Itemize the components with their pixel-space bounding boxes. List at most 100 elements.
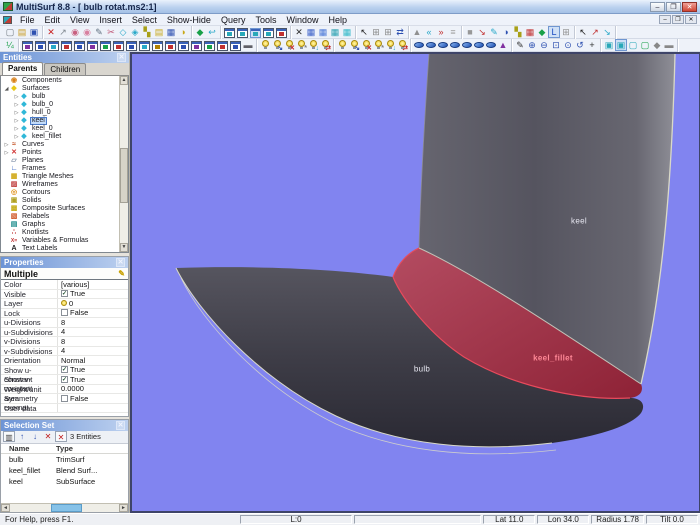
entity-toggle-4-icon[interactable]	[61, 41, 72, 51]
tree-item-bulb-0[interactable]: ▷◆bulb_0	[1, 101, 119, 109]
query-icon[interactable]: ◑	[500, 26, 512, 38]
checkbox-icon[interactable]	[61, 395, 68, 402]
move-up-icon[interactable]: ↑	[16, 431, 28, 442]
menu-item-show-hide[interactable]: Show-Hide	[162, 15, 216, 25]
checkbox-icon[interactable]: ✓	[61, 290, 68, 297]
relabel-icon[interactable]: ▚	[141, 26, 153, 38]
tree-scrollbar[interactable]: ▲ ▼	[119, 76, 128, 252]
property-value[interactable]: ✓True	[58, 375, 128, 384]
mesh-icon[interactable]: ▦	[524, 26, 536, 38]
entity-toggle-10-icon[interactable]	[139, 41, 150, 51]
pointer-icon[interactable]: ↖	[577, 26, 589, 38]
parents2-icon[interactable]: ↓	[384, 39, 396, 51]
save-file-icon[interactable]: ▣	[28, 26, 40, 38]
tab-children[interactable]: Children	[44, 63, 86, 75]
tree-item-contours[interactable]: ◎Contours	[1, 189, 119, 197]
eye-point-icon[interactable]: ◉	[69, 26, 81, 38]
menu-item-query[interactable]: Query	[216, 15, 251, 25]
entity-toggle-17-icon[interactable]	[230, 41, 241, 51]
move-down-icon[interactable]: ↓	[29, 431, 41, 442]
tree-item-hull-0[interactable]: ▷◆hull_0	[1, 109, 119, 117]
cut-icon[interactable]: ✕	[293, 26, 305, 38]
insert-entity-icon[interactable]: ◆	[194, 26, 206, 38]
properties-close-icon[interactable]: ✕	[116, 258, 125, 267]
expand-icon[interactable]: ▷	[13, 125, 20, 133]
entity-toggle-8-icon[interactable]	[113, 41, 124, 51]
tree-item-composite-surfaces[interactable]: ▩Composite Surfaces	[1, 205, 119, 213]
tree-item-points[interactable]: ▷✕Points	[1, 149, 119, 157]
tree-item-relabels[interactable]: ▧Relabels	[1, 213, 119, 221]
note-icon[interactable]: ▬	[663, 39, 675, 51]
copy-entities-icon[interactable]: ▦	[305, 26, 317, 38]
display-mode-4-icon[interactable]	[449, 39, 461, 51]
mdi-restore-button[interactable]: ❐	[672, 15, 684, 24]
show-parents-icon[interactable]: ↓	[307, 39, 319, 51]
entity-toggle-16-icon[interactable]	[217, 41, 228, 51]
zoom-fit-icon[interactable]: ⊙	[562, 39, 574, 51]
view-window-1-icon[interactable]	[224, 28, 235, 38]
grid-icon[interactable]: ⊞	[560, 26, 572, 38]
select-cursor-icon[interactable]: ↖	[358, 26, 370, 38]
expand-icon[interactable]: ▷	[13, 117, 20, 125]
entity-toggle-13-icon[interactable]	[178, 41, 189, 51]
paste-entities-icon[interactable]: ▦	[317, 26, 329, 38]
entity-toggle-1-icon[interactable]	[22, 41, 33, 51]
scroll-up-icon[interactable]: ▲	[120, 76, 128, 85]
display-mode-7-icon[interactable]	[485, 39, 497, 51]
entity-toggle-6-icon[interactable]	[87, 41, 98, 51]
entity-toggle-14-icon[interactable]	[191, 41, 202, 51]
dim2-icon[interactable]: *	[372, 39, 384, 51]
property-value[interactable]: False	[58, 394, 128, 403]
checkbox-icon[interactable]: ✓	[61, 376, 68, 383]
selection-row-bulb[interactable]: bulbTrimSurf	[1, 454, 128, 465]
copy-view-icon[interactable]: ▣	[603, 39, 615, 51]
show-all-icon[interactable]	[259, 39, 271, 51]
checkbox-icon[interactable]: ✓	[61, 366, 68, 373]
expand-icon[interactable]: ▷	[13, 133, 20, 141]
undo-icon[interactable]: ↩	[206, 26, 218, 38]
view-window-5-icon[interactable]	[276, 28, 287, 38]
diamond-outline-icon[interactable]: ◇	[117, 26, 129, 38]
page-icon[interactable]: ▢	[627, 39, 639, 51]
selection-set-close-icon[interactable]: ✕	[116, 421, 125, 430]
view-window-4-icon[interactable]	[263, 28, 274, 38]
property-value[interactable]: ✓True	[58, 289, 128, 298]
viewport[interactable]: keelbulbkeel_fillet	[130, 52, 700, 513]
entities-close-icon[interactable]: ✕	[117, 53, 126, 62]
tree-item-keel[interactable]: ▷◆keel	[1, 117, 119, 125]
property-value[interactable]: 0	[58, 299, 128, 308]
property-value[interactable]: [various]	[58, 280, 128, 289]
entity-toggle-2-icon[interactable]	[35, 41, 46, 51]
property-value[interactable]: ✓True	[58, 365, 128, 374]
show-sel2-icon[interactable]: ↘	[348, 39, 360, 51]
tree-item-surfaces[interactable]: ◢◆Surfaces	[1, 85, 119, 93]
window-entity-icon[interactable]: ▤	[153, 26, 165, 38]
zoom-in-icon[interactable]: ⊕	[526, 39, 538, 51]
prev-icon[interactable]: «	[423, 26, 435, 38]
column-name[interactable]: Name	[1, 444, 56, 453]
display-mode-1-icon[interactable]	[413, 39, 425, 51]
property-value[interactable]: False	[58, 308, 128, 317]
page2-icon[interactable]: ▢	[639, 39, 651, 51]
tree-item-wireframes[interactable]: ▨Wireframes	[1, 181, 119, 189]
insert2-icon[interactable]: ◆	[536, 26, 548, 38]
pencil-icon[interactable]: ✎	[93, 26, 105, 38]
remove-entity-icon[interactable]: ✕	[42, 431, 54, 442]
annotate-icon[interactable]: ✎	[488, 26, 500, 38]
entity-toggle-15-icon[interactable]	[204, 41, 215, 51]
select-grid2-icon[interactable]: ⊞	[382, 26, 394, 38]
measure-icon[interactable]: ↘	[476, 26, 488, 38]
tree-item-variables-formulas[interactable]: X=Variables & Formulas	[1, 237, 119, 245]
drag-edit-icon[interactable]: ↗	[57, 26, 69, 38]
pointer-remove-icon[interactable]: ↘	[601, 26, 613, 38]
rotate-view-icon[interactable]: ↺	[574, 39, 586, 51]
close-button[interactable]: ✕	[682, 2, 697, 12]
show-dim-icon[interactable]: *	[295, 39, 307, 51]
end-icon[interactable]: ≡	[447, 26, 459, 38]
document-icon[interactable]	[3, 16, 12, 24]
property-value[interactable]: 8	[58, 337, 128, 346]
render-cone-icon[interactable]: ▲	[497, 39, 509, 51]
menu-item-tools[interactable]: Tools	[250, 15, 281, 25]
menu-item-insert[interactable]: Insert	[94, 15, 127, 25]
tree-item-knotlists[interactable]: ∴Knotlists	[1, 229, 119, 237]
